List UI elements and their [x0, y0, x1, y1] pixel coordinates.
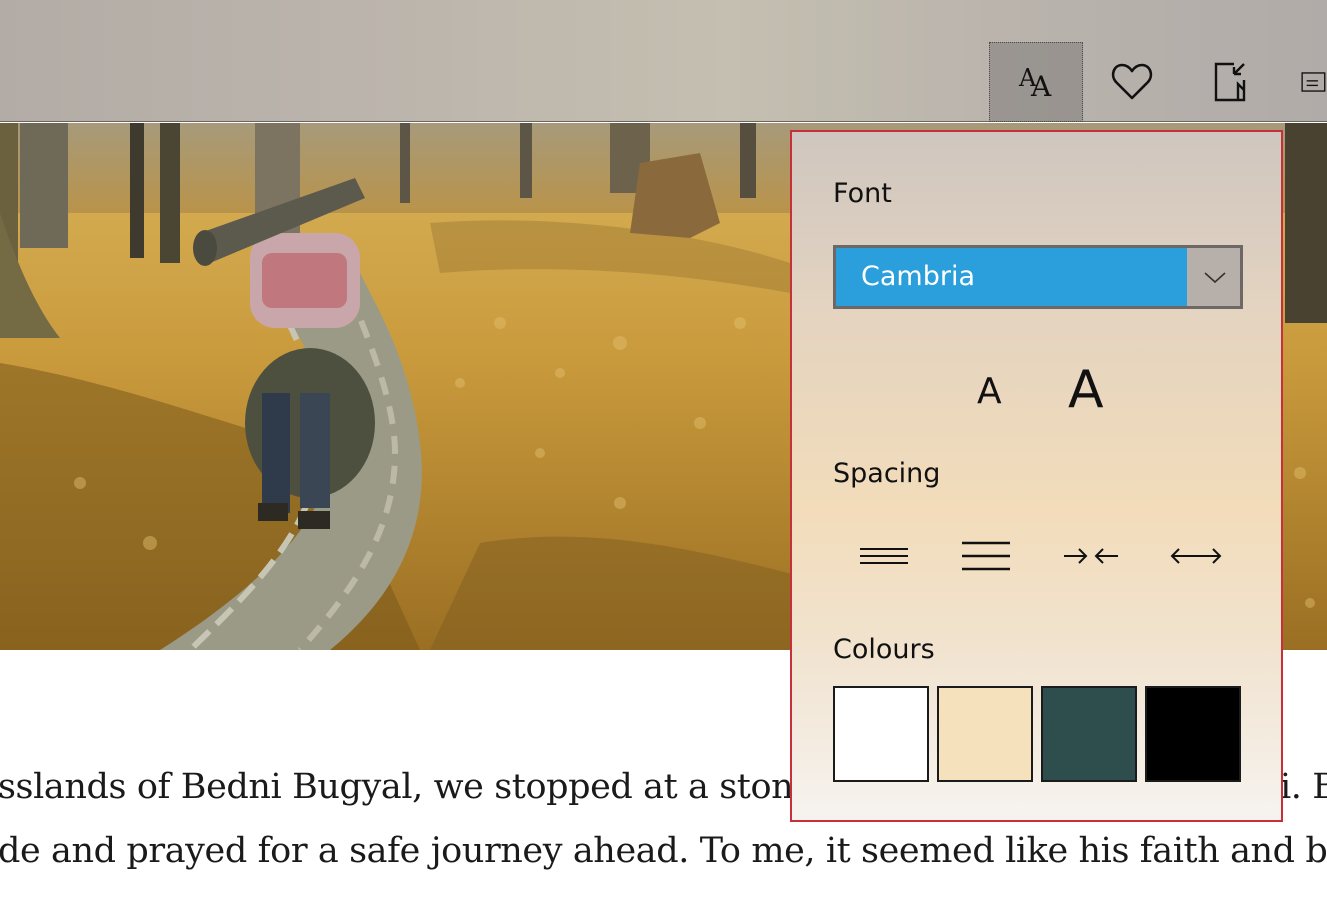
text-options-panel: Font Cambria A A Spacing Colours — [790, 130, 1283, 822]
text-options-button[interactable]: A A — [989, 42, 1083, 122]
wide-line-spacing-button[interactable] — [946, 530, 1026, 582]
font-size-icon: A A — [1018, 64, 1052, 102]
colour-swatch-sepia[interactable] — [937, 686, 1033, 782]
increase-text-size-button[interactable]: A — [1068, 364, 1104, 416]
printer-icon — [1301, 72, 1326, 92]
favourite-button[interactable] — [1085, 42, 1179, 122]
font-selected-value: Cambria — [836, 248, 1187, 306]
svg-text:A: A — [1030, 70, 1052, 102]
spacing-label: Spacing — [833, 458, 941, 489]
share-icon — [1214, 62, 1246, 102]
print-button[interactable] — [1281, 42, 1327, 122]
font-dropdown[interactable]: Cambria — [833, 245, 1243, 309]
article-line-2: de and prayed for a safe journey ahead. … — [0, 831, 1327, 871]
narrow-character-spacing-button[interactable] — [1051, 530, 1131, 582]
font-label: Font — [833, 178, 892, 209]
decrease-text-size-button[interactable]: A — [977, 374, 1002, 410]
colour-swatch-black[interactable] — [1145, 686, 1241, 782]
colour-swatch-white[interactable] — [833, 686, 929, 782]
wide-character-spacing-icon — [1170, 548, 1222, 564]
chevron-down-icon — [1204, 272, 1226, 284]
narrow-line-spacing-button[interactable] — [844, 530, 924, 582]
colour-swatch-dark-teal[interactable] — [1041, 686, 1137, 782]
wide-character-spacing-button[interactable] — [1156, 530, 1236, 582]
article-line-1: sslands of Bedni Bugyal, we stopped at a… — [0, 767, 814, 807]
narrow-line-spacing-icon — [860, 548, 908, 564]
reader-toolbar: A A — [0, 0, 1327, 122]
colours-label: Colours — [833, 634, 935, 665]
wide-line-spacing-icon — [962, 541, 1010, 571]
share-button[interactable] — [1183, 42, 1277, 122]
heart-icon — [1111, 63, 1153, 100]
narrow-character-spacing-icon — [1064, 548, 1118, 564]
article-line-1-tail: i. B — [1280, 767, 1327, 807]
